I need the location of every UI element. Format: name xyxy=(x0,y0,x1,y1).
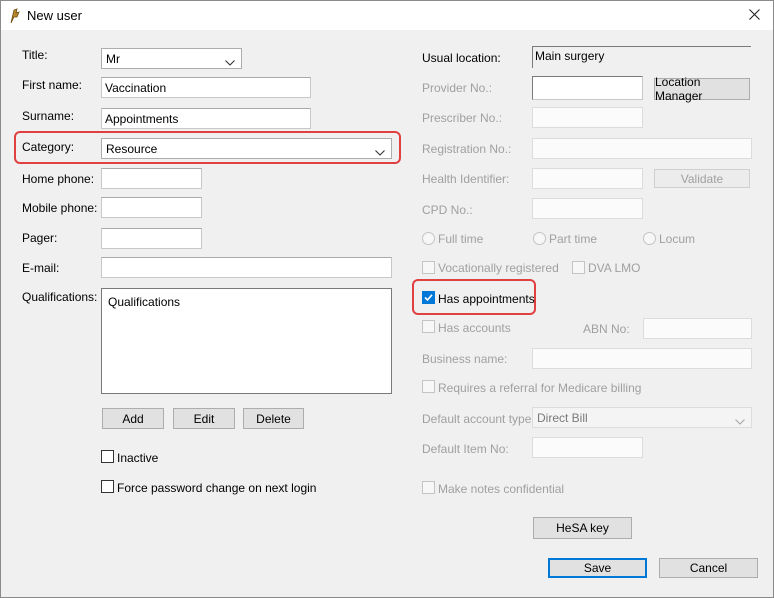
default-account-type-label: Default account type: xyxy=(422,412,535,426)
health-identifier-label: Health Identifier: xyxy=(422,172,510,186)
surname-input[interactable]: Appointments xyxy=(101,108,311,129)
inactive-label: Inactive xyxy=(117,451,159,465)
title-value: Mr xyxy=(106,52,120,66)
window-title: New user xyxy=(27,8,82,23)
close-button[interactable] xyxy=(735,1,773,30)
title-bar: New user xyxy=(1,1,773,30)
health-identifier-input[interactable] xyxy=(532,168,643,189)
chevron-down-icon xyxy=(375,145,385,159)
first-name-input[interactable]: Vaccination xyxy=(101,77,311,98)
qualifications-label: Qualifications: xyxy=(22,290,98,304)
default-account-type-value: Direct Bill xyxy=(537,411,588,425)
delete-qualification-button[interactable]: Delete xyxy=(243,408,304,429)
force-password-label: Force password change on next login xyxy=(117,481,317,495)
pager-label: Pager: xyxy=(22,231,58,245)
default-item-no-input[interactable] xyxy=(532,437,643,458)
business-name-label: Business name: xyxy=(422,352,508,366)
vocationally-registered-checkbox[interactable] xyxy=(422,261,435,274)
has-appointments-checkbox[interactable] xyxy=(422,291,435,304)
make-notes-confidential-checkbox[interactable] xyxy=(422,481,435,494)
qualifications-list[interactable]: Qualifications xyxy=(101,288,392,394)
validate-button[interactable]: Validate xyxy=(654,169,750,188)
home-phone-input[interactable] xyxy=(101,168,202,189)
dva-lmo-checkbox[interactable] xyxy=(572,261,585,274)
locum-radio[interactable] xyxy=(643,232,656,245)
abn-no-input[interactable] xyxy=(643,318,752,339)
full-time-radio[interactable] xyxy=(422,232,435,245)
usual-location-input[interactable]: Main surgery xyxy=(532,46,751,68)
has-accounts-label: Has accounts xyxy=(438,321,511,335)
checkmark-icon xyxy=(423,292,434,303)
has-appointments-label: Has appointments xyxy=(438,292,535,306)
inactive-checkbox[interactable] xyxy=(101,450,114,463)
pager-input[interactable] xyxy=(101,228,202,249)
force-password-checkbox[interactable] xyxy=(101,480,114,493)
qualifications-item[interactable]: Qualifications xyxy=(108,295,180,309)
registration-no-label: Registration No.: xyxy=(422,142,512,156)
chevron-down-icon xyxy=(225,55,235,69)
cpd-no-label: CPD No.: xyxy=(422,203,473,217)
edit-qualification-button[interactable]: Edit xyxy=(173,408,235,429)
surname-label: Surname: xyxy=(22,109,75,123)
title-select[interactable]: Mr xyxy=(101,48,242,69)
has-accounts-checkbox[interactable] xyxy=(422,320,435,333)
business-name-input[interactable] xyxy=(532,348,752,369)
part-time-label: Part time xyxy=(549,232,598,246)
default-account-type-select[interactable]: Direct Bill xyxy=(532,407,752,428)
default-item-no-label: Default Item No: xyxy=(422,442,509,456)
chevron-down-icon xyxy=(735,414,745,428)
registration-no-input[interactable] xyxy=(532,138,752,159)
title-label: Title: xyxy=(22,48,48,62)
email-label: E-mail: xyxy=(22,261,60,275)
prescriber-no-label: Prescriber No.: xyxy=(422,111,503,125)
prescriber-no-input[interactable] xyxy=(532,107,643,128)
requires-referral-checkbox[interactable] xyxy=(422,380,435,393)
locum-label: Locum xyxy=(659,232,696,246)
category-value: Resource xyxy=(106,142,158,156)
save-button[interactable]: Save xyxy=(548,558,647,578)
provider-no-input[interactable] xyxy=(532,76,643,100)
close-icon xyxy=(748,8,760,23)
category-select[interactable]: Resource xyxy=(101,138,392,159)
part-time-radio[interactable] xyxy=(533,232,546,245)
new-user-dialog: New user Title: Mr First name: Vaccinati… xyxy=(0,0,774,598)
add-qualification-button[interactable]: Add xyxy=(102,408,164,429)
home-phone-label: Home phone: xyxy=(22,172,95,186)
provider-no-label: Provider No.: xyxy=(422,81,493,95)
first-name-label: First name: xyxy=(22,78,83,92)
usual-location-label: Usual location: xyxy=(422,51,501,65)
cpd-no-input[interactable] xyxy=(532,198,643,219)
app-logo-icon xyxy=(8,8,22,24)
cancel-button[interactable]: Cancel xyxy=(659,558,758,578)
full-time-label: Full time xyxy=(438,232,484,246)
requires-referral-label: Requires a referral for Medicare billing xyxy=(438,381,642,395)
email-input[interactable] xyxy=(101,257,392,278)
mobile-phone-label: Mobile phone: xyxy=(22,201,98,215)
dva-lmo-label: DVA LMO xyxy=(588,261,641,275)
hesa-key-button[interactable]: HeSA key xyxy=(533,517,632,539)
abn-no-label: ABN No: xyxy=(583,322,630,336)
mobile-phone-input[interactable] xyxy=(101,197,202,218)
location-manager-button[interactable]: Location Manager xyxy=(654,75,750,103)
make-notes-confidential-label: Make notes confidential xyxy=(438,482,565,496)
category-label: Category: xyxy=(22,140,75,154)
vocationally-registered-label: Vocationally registered xyxy=(438,261,559,275)
